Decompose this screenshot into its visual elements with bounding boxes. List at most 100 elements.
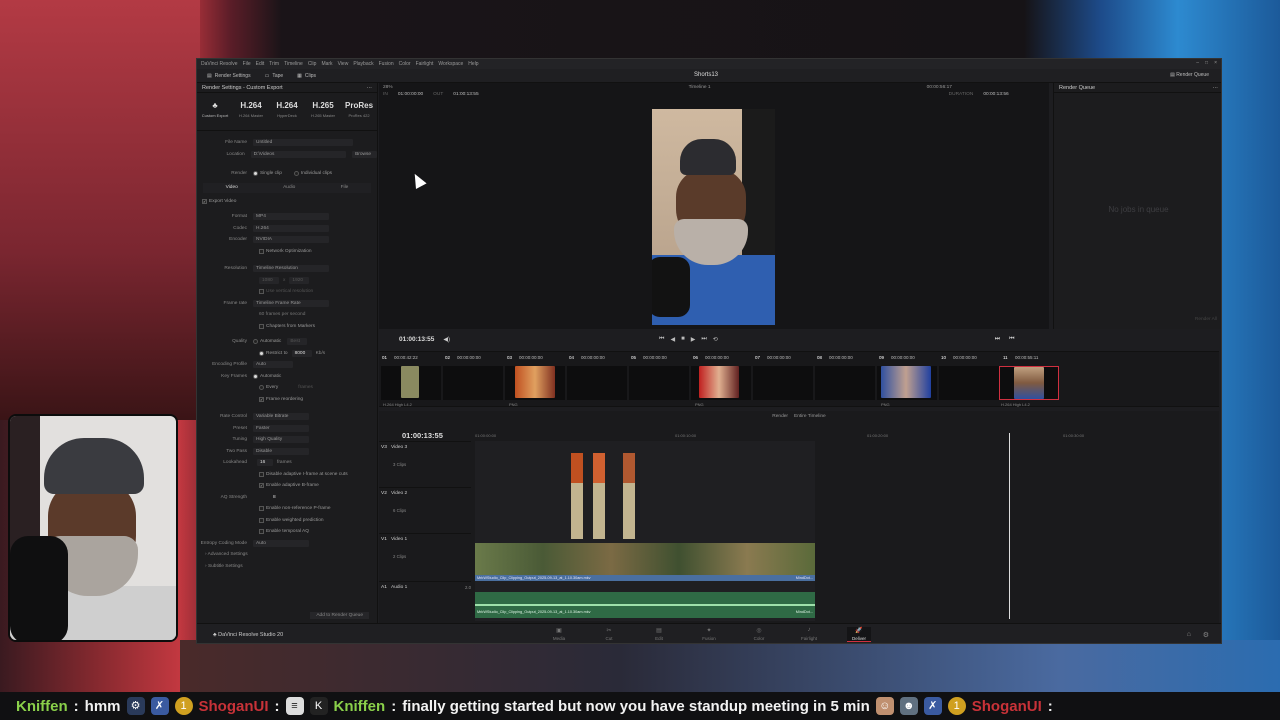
volume-icon[interactable]: ◀) bbox=[443, 336, 450, 343]
preset-h265-master[interactable]: H.265 H.265 Master bbox=[309, 99, 337, 130]
page-color[interactable]: ◎ Color bbox=[747, 627, 771, 642]
menu-trim[interactable]: Trim bbox=[269, 61, 279, 67]
single-clip-radio[interactable]: Single clip bbox=[253, 171, 282, 177]
two-pass-select[interactable]: Disable bbox=[253, 447, 309, 455]
menu-playback[interactable]: Playback bbox=[353, 61, 373, 67]
clip-thumbnail[interactable] bbox=[691, 366, 751, 400]
page-media[interactable]: ▣ Media bbox=[547, 627, 571, 642]
menu-fairlight[interactable]: Fairlight bbox=[416, 61, 434, 67]
quality-automatic-radio[interactable]: Automatic bbox=[253, 339, 281, 345]
disable-adaptive-i-checkbox[interactable]: Disable adaptive I-frame at scene cuts bbox=[259, 471, 348, 477]
menu-fusion[interactable]: Fusion bbox=[379, 61, 394, 67]
add-to-render-queue-button[interactable]: Add to Render Queue bbox=[310, 612, 369, 619]
clip-thumbnail[interactable] bbox=[877, 366, 937, 400]
enable-weighted-checkbox[interactable]: Enable weighted prediction bbox=[259, 517, 324, 523]
enable-temporal-checkbox[interactable]: Enable temporal AQ bbox=[259, 529, 309, 535]
tuning-select[interactable]: High Quality bbox=[253, 436, 309, 444]
preset-select[interactable]: Faster bbox=[253, 424, 309, 432]
subtitle-settings-toggle[interactable]: › Subtitle Settings bbox=[205, 564, 243, 569]
clip-thumbnail[interactable] bbox=[443, 366, 503, 400]
menu-app[interactable]: DaVinci Resolve bbox=[201, 61, 238, 67]
menu-help[interactable]: Help bbox=[468, 61, 478, 67]
go-to-start-icon[interactable]: ⏮ bbox=[659, 336, 664, 343]
location-input[interactable]: D:\Videos bbox=[250, 150, 347, 158]
format-select[interactable]: MP4 bbox=[253, 213, 329, 221]
track-header-v2[interactable]: V2 Video 2 6 Clips bbox=[379, 487, 471, 533]
menu-file[interactable]: File bbox=[243, 61, 251, 67]
maximize-icon[interactable]: □ bbox=[1205, 60, 1208, 66]
use-vertical-checkbox[interactable]: Use vertical resolution bbox=[259, 289, 313, 295]
preset-custom-export[interactable]: ♣ Custom Export bbox=[201, 99, 229, 130]
track-header-v3[interactable]: V3 Video 3 3 Clips bbox=[379, 441, 471, 487]
codec-select[interactable]: H.264 bbox=[253, 224, 329, 232]
menu-timeline[interactable]: Timeline bbox=[284, 61, 303, 67]
clip-thumbnail[interactable] bbox=[381, 366, 441, 400]
play-reverse-icon[interactable]: ◀ bbox=[670, 336, 675, 343]
more-options-icon[interactable]: ··· bbox=[367, 85, 373, 91]
zoom-select[interactable]: 28% bbox=[383, 85, 393, 90]
v3-clip[interactable] bbox=[623, 453, 635, 539]
v3-clip[interactable] bbox=[571, 453, 583, 539]
stop-icon[interactable]: ■ bbox=[681, 336, 685, 343]
preset-hyperdeck[interactable]: H.264 HyperDeck bbox=[273, 99, 301, 130]
bitrate-input[interactable]: 8000 bbox=[291, 349, 312, 357]
tab-file[interactable]: File bbox=[341, 185, 349, 190]
encoding-profile-select[interactable]: Auto bbox=[253, 361, 293, 369]
render-all-button[interactable]: Render All bbox=[1195, 317, 1217, 322]
tab-audio[interactable]: Audio bbox=[283, 185, 295, 190]
entropy-select[interactable]: Auto bbox=[253, 539, 309, 547]
menu-color[interactable]: Color bbox=[399, 61, 411, 67]
tape-button[interactable]: ▭ Tape bbox=[261, 72, 288, 80]
more-options-icon[interactable]: ··· bbox=[1213, 85, 1219, 91]
settings-icon[interactable]: ⚙ bbox=[1203, 631, 1209, 639]
browse-button[interactable]: Browse bbox=[352, 150, 377, 158]
menu-workspace[interactable]: Workspace bbox=[438, 61, 463, 67]
page-edit[interactable]: ▤ Edit bbox=[647, 627, 671, 642]
menu-clip[interactable]: Clip bbox=[308, 61, 317, 67]
frame-rate-select[interactable]: Timeline Frame Rate bbox=[253, 299, 329, 307]
advanced-settings-toggle[interactable]: › Advanced Settings bbox=[205, 552, 248, 557]
clip-thumbnail[interactable] bbox=[505, 366, 565, 400]
page-deliver[interactable]: 🚀 Deliver bbox=[847, 627, 871, 642]
track-header-a1[interactable]: A1 Audio 1 2.0 bbox=[379, 581, 471, 621]
res-width-input[interactable]: 1080 bbox=[259, 276, 279, 284]
aq-strength-value[interactable]: 8 bbox=[273, 495, 276, 500]
clips-button[interactable]: ▦ Clips bbox=[293, 72, 320, 80]
page-fusion[interactable]: ✦ Fusion bbox=[697, 627, 721, 642]
clip-thumbnail[interactable] bbox=[629, 366, 689, 400]
a1-clip[interactable]: MrkWStudio_Clip_Clipping_Output_2025-09-… bbox=[475, 592, 815, 618]
restrict-to-radio[interactable]: Restrict to bbox=[259, 350, 288, 356]
preset-h264-master[interactable]: H.264 H.264 Master bbox=[237, 99, 265, 130]
res-height-input[interactable]: 1920 bbox=[289, 276, 310, 284]
clip-thumbnail[interactable] bbox=[567, 366, 627, 400]
render-range-select[interactable]: Entire Timeline bbox=[794, 414, 826, 419]
rate-control-select[interactable]: Variable Bitrate bbox=[253, 413, 309, 421]
menu-view[interactable]: View bbox=[338, 61, 349, 67]
best-select[interactable]: Best bbox=[287, 338, 308, 346]
chapters-checkbox[interactable]: Chapters from Markers bbox=[259, 323, 315, 329]
clip-thumbnail[interactable] bbox=[753, 366, 813, 400]
close-icon[interactable]: × bbox=[1214, 60, 1217, 66]
resolution-select[interactable]: Timeline Resolution bbox=[253, 265, 329, 273]
go-to-end-icon[interactable]: ⏭ bbox=[701, 336, 706, 343]
render-settings-button[interactable]: ▤ Render Settings bbox=[203, 72, 255, 80]
clip-thumbnail[interactable] bbox=[939, 366, 999, 400]
page-fairlight[interactable]: ♪ Fairlight bbox=[797, 627, 821, 642]
key-frames-auto-radio[interactable]: Automatic bbox=[253, 373, 281, 379]
play-icon[interactable]: ▶ bbox=[691, 336, 696, 343]
home-icon[interactable]: ⌂ bbox=[1187, 631, 1191, 638]
track-header-v1[interactable]: V1 Video 1 2 Clips bbox=[379, 533, 471, 579]
loop-icon[interactable]: ⟲ bbox=[713, 336, 718, 343]
tab-video[interactable]: Video bbox=[226, 185, 238, 190]
export-video-checkbox[interactable]: ✓ Export Video bbox=[202, 198, 236, 204]
enable-nonref-checkbox[interactable]: Enable non-reference P-frame bbox=[259, 506, 331, 512]
menu-edit[interactable]: Edit bbox=[256, 61, 265, 67]
file-name-input[interactable]: Untitled bbox=[253, 139, 353, 147]
encoder-select[interactable]: NVIDIA bbox=[253, 236, 329, 244]
prev-clip-icon[interactable]: ⏭ bbox=[995, 336, 1000, 343]
menu-mark[interactable]: Mark bbox=[321, 61, 332, 67]
v1-clip[interactable] bbox=[475, 543, 815, 575]
clip-thumbnail-selected[interactable] bbox=[999, 366, 1059, 400]
key-frames-every-radio[interactable]: Every bbox=[259, 385, 278, 391]
enable-adaptive-b-checkbox[interactable]: ✓ Enable adaptive B-frame bbox=[259, 483, 319, 489]
